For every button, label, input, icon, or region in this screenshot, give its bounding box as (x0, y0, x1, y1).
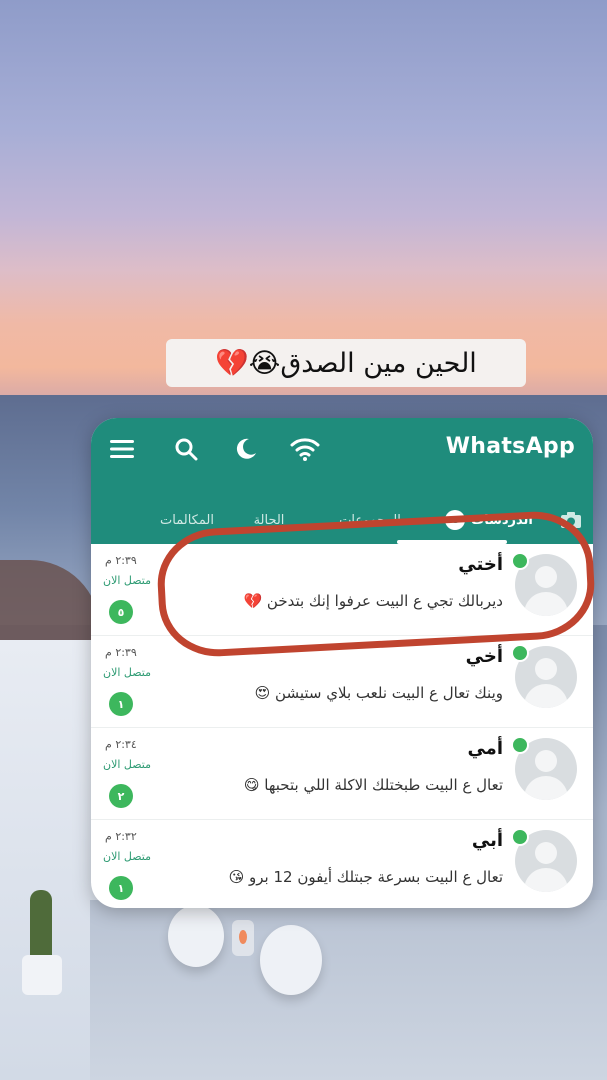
wifi-icon[interactable] (288, 432, 322, 466)
unread-badge: ١ (109, 692, 133, 716)
caption-label: الحين مين الصدق😭💔 (166, 339, 526, 387)
stool-decoration (260, 925, 322, 995)
chat-time: ٢:٣٤ م (105, 738, 137, 751)
chat-last-message: تعال ع البيت طبختلك الاكلة اللي بتحبها 😋 (243, 776, 503, 794)
chat-time: ٢:٣٩ م (105, 554, 137, 567)
chat-name: أمي (467, 738, 503, 759)
unread-badge: ١ (109, 876, 133, 900)
chat-last-message: تعال ع البيت بسرعة جبتلك أيفون 12 برو 😘 (228, 868, 503, 886)
menu-icon[interactable] (105, 432, 139, 466)
online-indicator (511, 828, 529, 846)
tab-bar: الدردشات ٤ المجموعات الحالة المكالمات (91, 500, 593, 540)
chat-row-mother[interactable]: أمي تعال ع البيت طبختلك الاكلة اللي بتحب… (91, 728, 593, 820)
chat-row-sister[interactable]: أختي ديربالك تجي ع البيت عرفوا إنك بتدخن… (91, 544, 593, 636)
chat-list: أختي ديربالك تجي ع البيت عرفوا إنك بتدخن… (91, 544, 593, 908)
search-icon[interactable] (169, 432, 203, 466)
tab-chats-label: الدردشات (471, 512, 533, 528)
chat-online-status: متصل الان (103, 850, 151, 863)
online-indicator (511, 552, 529, 570)
chat-row-brother[interactable]: أخي وينك تعال ع البيت نلعب بلاي ستيشن 😍 … (91, 636, 593, 728)
chat-row-father[interactable]: أبي تعال ع البيت بسرعة جبتلك أيفون 12 بر… (91, 820, 593, 908)
chat-name: أخي (465, 646, 503, 667)
unread-badge: ٢ (109, 784, 133, 808)
stool-decoration (168, 905, 224, 967)
unread-badge: ٥ (109, 600, 133, 624)
tab-chats[interactable]: الدردشات ٤ (429, 510, 549, 530)
online-indicator (511, 736, 529, 754)
chat-name: أبي (471, 830, 503, 851)
tab-calls[interactable]: المكالمات (147, 513, 227, 528)
tab-chats-badge: ٤ (445, 510, 466, 530)
chat-time: ٢:٣٢ م (105, 830, 137, 843)
app-title: WhatsApp (445, 434, 575, 459)
moon-icon[interactable] (229, 432, 263, 466)
app-header: WhatsApp الدردشات ٤ المجموعات الحالة الم… (91, 418, 593, 544)
candle-decoration (232, 920, 254, 956)
whatsapp-window: WhatsApp الدردشات ٤ المجموعات الحالة الم… (91, 418, 593, 908)
camera-icon[interactable] (549, 511, 593, 529)
chat-online-status: متصل الان (103, 758, 151, 771)
chat-online-status: متصل الان (103, 666, 151, 679)
pot-decoration (22, 955, 62, 995)
online-indicator (511, 644, 529, 662)
chat-last-message: وينك تعال ع البيت نلعب بلاي ستيشن 😍 (254, 684, 503, 702)
tab-status[interactable]: الحالة (227, 513, 311, 528)
chat-last-message: ديربالك تجي ع البيت عرفوا إنك بتدخن 💔 (243, 592, 503, 610)
chat-time: ٢:٣٩ م (105, 646, 137, 659)
chat-name: أختي (458, 554, 503, 575)
chat-online-status: متصل الان (103, 574, 151, 587)
tab-groups[interactable]: المجموعات (311, 513, 429, 528)
terrace-floor-background (90, 900, 607, 1080)
